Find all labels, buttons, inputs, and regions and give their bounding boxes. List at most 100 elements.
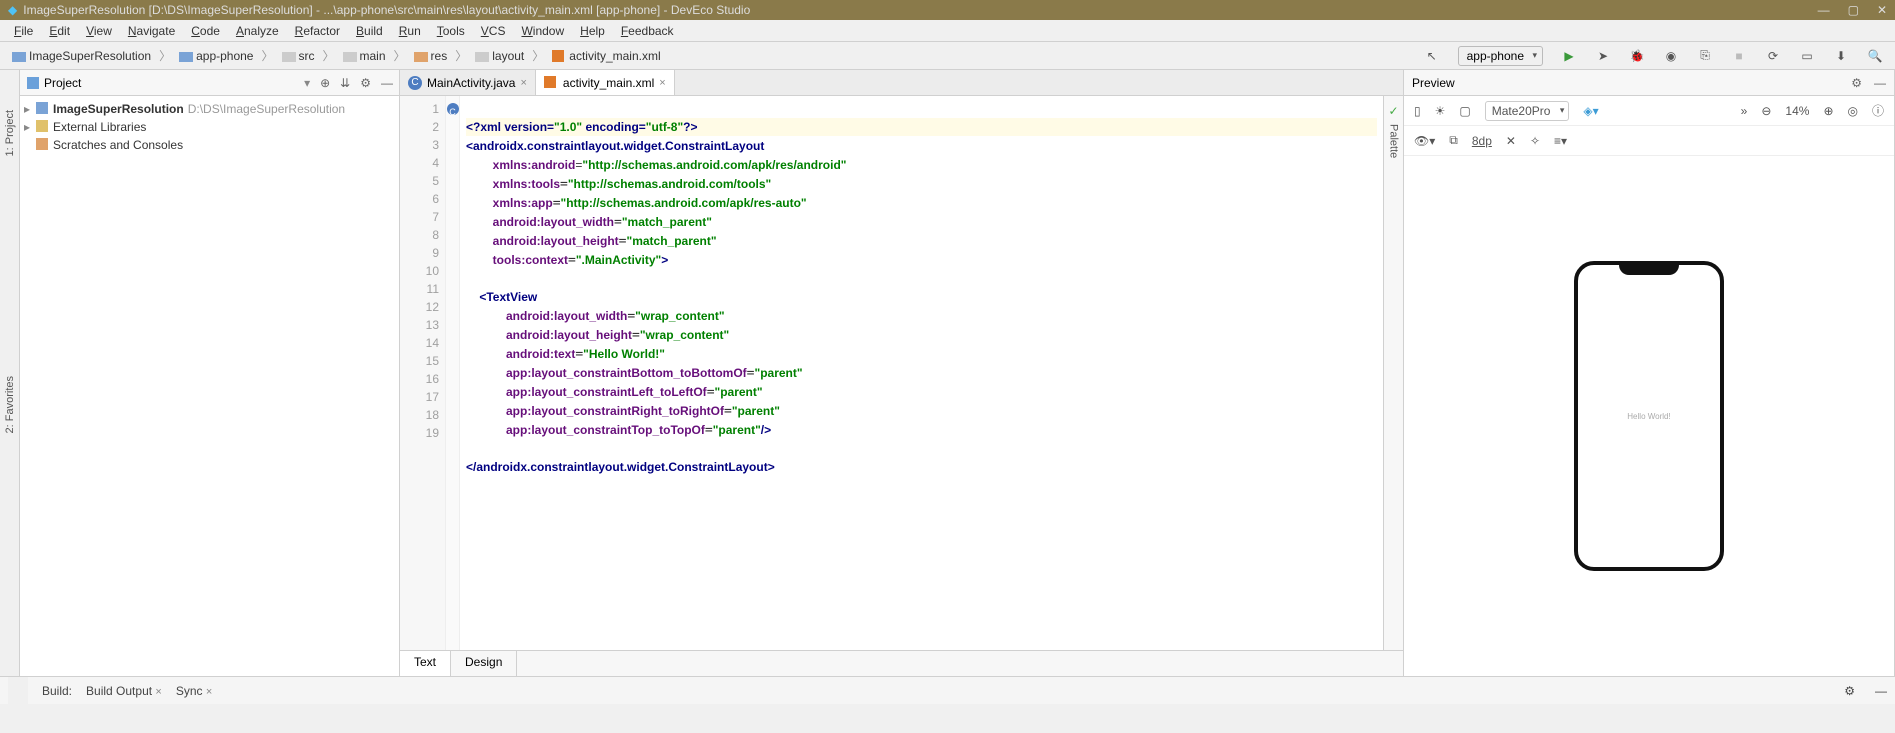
menu-code[interactable]: Code bbox=[191, 24, 220, 38]
menu-help[interactable]: Help bbox=[580, 24, 605, 38]
menu-feedback[interactable]: Feedback bbox=[621, 24, 674, 38]
theme-icon[interactable]: ☀ bbox=[1435, 104, 1446, 118]
fold-gutter[interactable]: C bbox=[446, 96, 460, 650]
tree-row-external-libraries[interactable]: ▸ External Libraries bbox=[24, 118, 395, 136]
stop-icon[interactable]: ■ bbox=[1731, 48, 1747, 64]
hide-icon[interactable]: — bbox=[381, 76, 393, 90]
crumb-src[interactable]: src bbox=[276, 47, 321, 65]
tree-caret-icon[interactable]: ▸ bbox=[24, 102, 34, 116]
eye-icon[interactable]: 👁▾ bbox=[1414, 134, 1435, 148]
close-icon[interactable]: ✕ bbox=[1877, 3, 1887, 17]
menu-window[interactable]: Window bbox=[521, 24, 564, 38]
hide-icon[interactable]: — bbox=[1875, 684, 1887, 698]
menu-vcs[interactable]: VCS bbox=[481, 24, 506, 38]
hide-icon[interactable]: — bbox=[1874, 76, 1886, 90]
tab-build-output[interactable]: Build Output × bbox=[86, 684, 162, 698]
project-panel-title[interactable]: Project bbox=[44, 76, 300, 90]
sdk-manager-icon[interactable]: ⬇ bbox=[1833, 48, 1849, 64]
infer-constraints-icon[interactable]: ✧ bbox=[1530, 134, 1540, 148]
project-dropdown-icon[interactable]: ▾ bbox=[304, 76, 310, 90]
run-configuration-selector[interactable]: app-phone bbox=[1458, 46, 1543, 66]
tree-row-scratches[interactable]: Scratches and Consoles bbox=[24, 136, 395, 154]
menu-run[interactable]: Run bbox=[399, 24, 421, 38]
scratch-icon bbox=[36, 138, 50, 152]
gear-icon[interactable]: ⚙ bbox=[1851, 76, 1862, 90]
device-portrait-icon[interactable]: ▯ bbox=[1414, 104, 1421, 118]
window-title: ImageSuperResolution [D:\DS\ImageSuperRe… bbox=[23, 3, 750, 17]
more-icon[interactable]: » bbox=[1741, 104, 1748, 118]
crumb-module[interactable]: app-phone bbox=[173, 47, 259, 65]
close-icon[interactable]: × bbox=[206, 686, 212, 698]
minimize-icon[interactable]: — bbox=[1818, 3, 1830, 17]
device-preview[interactable]: Hello World! bbox=[1574, 261, 1724, 571]
zoom-out-icon[interactable]: ⊖ bbox=[1761, 104, 1771, 118]
folder-icon bbox=[12, 50, 26, 62]
crumb-layout[interactable]: layout bbox=[469, 47, 530, 65]
magnet-icon[interactable]: ⧉ bbox=[1449, 133, 1458, 148]
crumb-main[interactable]: main bbox=[337, 47, 392, 65]
device-selector[interactable]: Mate20Pro bbox=[1485, 101, 1570, 121]
crumb-project[interactable]: ImageSuperResolution bbox=[6, 47, 157, 65]
code-area[interactable]: <?xml version="1.0" encoding="utf-8"?> <… bbox=[460, 96, 1383, 650]
left-tab-project[interactable]: 1: Project bbox=[4, 110, 16, 156]
class-gutter-icon[interactable]: C bbox=[447, 103, 459, 115]
preview-title: Preview bbox=[1412, 76, 1455, 90]
gear-icon[interactable]: ⚙ bbox=[360, 76, 371, 90]
project-icon bbox=[26, 76, 40, 90]
tree-caret-icon[interactable]: ▸ bbox=[24, 120, 34, 134]
line-gutter[interactable]: 12345678910111213141516171819 bbox=[400, 96, 446, 650]
tab-text[interactable]: Text bbox=[400, 651, 451, 676]
zoom-in-icon[interactable]: ⊕ bbox=[1823, 104, 1833, 118]
folder-icon bbox=[179, 50, 193, 62]
preview-toolbar-2: 👁▾ ⧉ 8dp ✕ ✧ ≡▾ bbox=[1404, 126, 1894, 156]
attach-debugger-icon[interactable]: ⎘ bbox=[1697, 48, 1713, 64]
maximize-icon[interactable]: ▢ bbox=[1848, 3, 1859, 17]
tree-row-project[interactable]: ▸ ImageSuperResolution D:\DS\ImageSuperR… bbox=[24, 100, 395, 118]
menu-file[interactable]: File bbox=[14, 24, 33, 38]
search-icon[interactable]: 🔍 bbox=[1867, 48, 1883, 64]
app-logo-icon: ◆ bbox=[8, 3, 17, 17]
info-icon[interactable]: ⓘ bbox=[1872, 102, 1884, 119]
preview-text: Hello World! bbox=[1627, 412, 1670, 421]
sync-icon[interactable]: ⟳ bbox=[1765, 48, 1781, 64]
debug-arrow-icon[interactable]: ➤ bbox=[1595, 48, 1611, 64]
tab-mainactivity[interactable]: C MainActivity.java × bbox=[400, 70, 536, 95]
left-tab-favorites[interactable]: 2: Favorites bbox=[4, 376, 16, 433]
build-hammer-icon[interactable]: ↖ bbox=[1424, 48, 1440, 64]
palette-tab[interactable]: Palette bbox=[1388, 124, 1400, 158]
gear-icon[interactable]: ⚙ bbox=[1844, 684, 1855, 698]
tab-sync[interactable]: Sync × bbox=[176, 684, 212, 698]
locate-icon[interactable]: ⊕ bbox=[320, 76, 330, 90]
xml-file-icon bbox=[544, 76, 558, 90]
menu-analyze[interactable]: Analyze bbox=[236, 24, 279, 38]
menu-view[interactable]: View bbox=[86, 24, 112, 38]
default-margin[interactable]: 8dp bbox=[1472, 134, 1492, 148]
crumb-res[interactable]: res bbox=[408, 47, 454, 65]
tab-design[interactable]: Design bbox=[451, 651, 517, 676]
folder-icon bbox=[343, 50, 357, 62]
tab-activity-main[interactable]: activity_main.xml × bbox=[536, 70, 675, 95]
menu-build[interactable]: Build bbox=[356, 24, 383, 38]
menu-edit[interactable]: Edit bbox=[49, 24, 70, 38]
inspection-ok-icon[interactable]: ✓ bbox=[1388, 104, 1398, 118]
tab-close-icon[interactable]: × bbox=[520, 77, 526, 89]
project-tree[interactable]: ▸ ImageSuperResolution D:\DS\ImageSuperR… bbox=[20, 96, 399, 158]
clear-constraints-icon[interactable]: ✕ bbox=[1506, 134, 1516, 148]
profile-icon[interactable]: ◉ bbox=[1663, 48, 1679, 64]
zoom-fit-icon[interactable]: ◎ bbox=[1848, 104, 1858, 118]
viewport-icon[interactable]: ▢ bbox=[1459, 104, 1470, 118]
menu-navigate[interactable]: Navigate bbox=[128, 24, 175, 38]
editor-tabs: C MainActivity.java × activity_main.xml … bbox=[400, 70, 1403, 96]
menu-tools[interactable]: Tools bbox=[437, 24, 465, 38]
run-icon[interactable]: ▶ bbox=[1561, 48, 1577, 64]
tab-close-icon[interactable]: × bbox=[659, 77, 665, 89]
collapse-icon[interactable]: ⇊ bbox=[340, 76, 350, 90]
debug-bug-icon[interactable]: 🐞 bbox=[1629, 48, 1645, 64]
menu-refactor[interactable]: Refactor bbox=[295, 24, 340, 38]
api-selector-icon[interactable]: ◈▾ bbox=[1583, 104, 1598, 118]
preview-toolbar-1: ▯ ☀ ▢ Mate20Pro ◈▾ » ⊖ 14% ⊕ ◎ ⓘ bbox=[1404, 96, 1894, 126]
close-icon[interactable]: × bbox=[155, 686, 161, 698]
align-icon[interactable]: ≡▾ bbox=[1554, 134, 1567, 148]
avd-manager-icon[interactable]: ▭ bbox=[1799, 48, 1815, 64]
crumb-file[interactable]: activity_main.xml bbox=[546, 47, 666, 65]
